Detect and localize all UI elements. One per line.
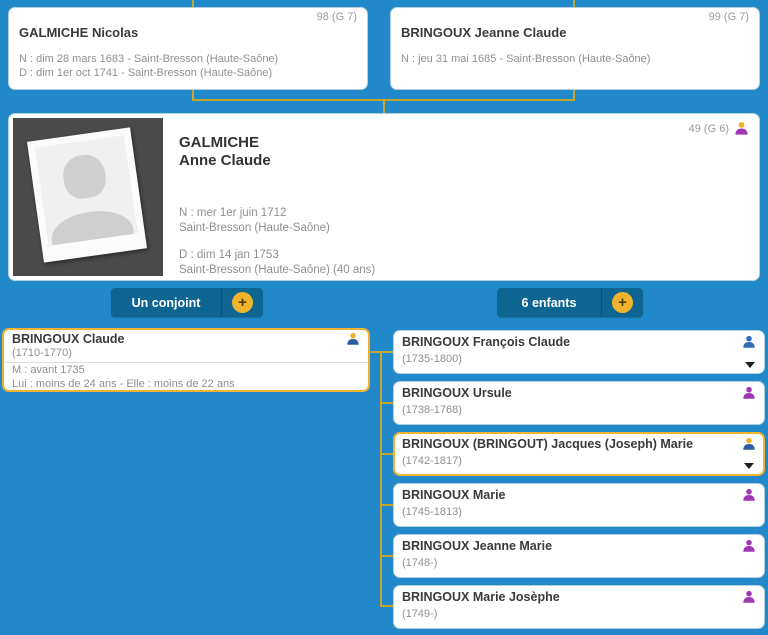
- main-person-card[interactable]: 49 (G 6) GALMICHE Anne Claude N : mer 1e…: [8, 113, 760, 281]
- child-name: BRINGOUX François Claude: [402, 335, 571, 349]
- child-dates: (1735-1800): [402, 353, 462, 365]
- child-name: BRINGOUX Jeanne Marie: [402, 539, 553, 553]
- mother-details: N : jeu 31 mai 1685 - Saint-Bresson (Hau…: [401, 53, 749, 67]
- spouse-count-label: Un conjoint: [131, 295, 201, 310]
- child-name: BRINGOUX Ursule: [402, 386, 512, 400]
- main-person-given: Anne Claude: [179, 152, 271, 169]
- female-sosa-icon: [735, 121, 748, 135]
- spouse-dates: (1710-1770): [12, 347, 72, 359]
- plus-icon[interactable]: +: [612, 292, 633, 313]
- main-person-surname: GALMICHE: [179, 134, 259, 151]
- spouse-name: BRINGOUX Claude: [12, 332, 125, 346]
- connector-children-trunk: [380, 351, 382, 607]
- male-sosa-icon: [347, 332, 359, 345]
- child-card-4[interactable]: BRINGOUX Marie (1745-1813): [393, 483, 765, 527]
- child-dates: (1738-1768): [402, 404, 462, 416]
- plus-icon[interactable]: +: [232, 292, 253, 313]
- polaroid-frame: [27, 127, 147, 263]
- child-name: BRINGOUX Marie Josèphe: [402, 590, 560, 604]
- father-id: 98 (G 7): [316, 11, 357, 23]
- spouse-count-button[interactable]: Un conjoint +: [111, 288, 263, 317]
- father-details: N : dim 28 mars 1683 - Saint-Bresson (Ha…: [19, 53, 357, 80]
- family-tree-view: 98 (G 7) GALMICHE Nicolas N : dim 28 mar…: [0, 0, 768, 635]
- birth-place: Saint-Bresson (Haute-Saône): [179, 222, 330, 234]
- main-person-death: D : dim 14 jan 1753 Saint-Bresson (Haute…: [179, 248, 375, 278]
- connector-child-stub-3: [380, 453, 393, 455]
- marriage-ages: Lui : moins de 24 ans - Elle : moins de …: [12, 377, 235, 390]
- child-name: BRINGOUX (BRINGOUT) Jacques (Joseph) Mar…: [402, 437, 694, 451]
- child-dates: (1742-1817): [402, 455, 462, 467]
- child-card-1[interactable]: BRINGOUX François Claude (1735-1800): [393, 330, 765, 374]
- divider: [4, 362, 368, 363]
- father-card[interactable]: 98 (G 7) GALMICHE Nicolas N : dim 28 mar…: [8, 7, 368, 90]
- father-birth: N : dim 28 mars 1683 - Saint-Bresson (Ha…: [19, 53, 279, 65]
- mother-card[interactable]: 99 (G 7) BRINGOUX Jeanne Claude N : jeu …: [390, 7, 760, 90]
- connector-child-stub-2: [380, 402, 393, 404]
- female-icon: [743, 488, 755, 501]
- photo-placeholder[interactable]: [13, 118, 163, 276]
- child-dates: (1749-): [402, 608, 438, 620]
- male-sosa-icon: [743, 437, 755, 450]
- main-person-name: GALMICHE Anne Claude: [179, 134, 271, 170]
- person-silhouette-icon: [34, 135, 138, 246]
- male-icon: [743, 335, 755, 348]
- expand-descendants-icon[interactable]: [745, 362, 755, 368]
- connector-child-stub-1: [380, 351, 393, 353]
- mother-name: BRINGOUX Jeanne Claude: [401, 25, 567, 40]
- female-icon: [743, 386, 755, 399]
- connector-child-stub-4: [380, 504, 393, 506]
- child-dates: (1748-): [402, 557, 438, 569]
- main-id-row: 49 (G 6): [689, 121, 749, 136]
- expand-descendants-icon[interactable]: [744, 463, 754, 469]
- child-name: BRINGOUX Marie: [402, 488, 506, 502]
- mother-birth: N : jeu 31 mai 1685 - Saint-Bresson (Hau…: [401, 53, 651, 65]
- female-icon: [743, 590, 755, 603]
- child-card-3[interactable]: BRINGOUX (BRINGOUT) Jacques (Joseph) Mar…: [393, 432, 765, 476]
- marriage-info: M : avant 1735: [12, 364, 85, 376]
- children-count-label: 6 enfants: [521, 295, 577, 310]
- main-person-id: 49 (G 6): [688, 122, 729, 135]
- death-place: Saint-Bresson (Haute-Saône) (40 ans): [179, 264, 376, 276]
- main-person-birth: N : mer 1er juin 1712 Saint-Bresson (Hau…: [179, 206, 330, 236]
- father-name: GALMICHE Nicolas: [19, 25, 139, 40]
- connector-child-stub-6: [380, 605, 393, 607]
- connector-center-drop: [383, 99, 385, 113]
- spouse-card[interactable]: BRINGOUX Claude (1710-1770) M : avant 17…: [2, 328, 370, 392]
- child-card-5[interactable]: BRINGOUX Jeanne Marie (1748-): [393, 534, 765, 578]
- death-date: D : dim 14 jan 1753: [179, 249, 279, 261]
- birth-date: N : mer 1er juin 1712: [179, 207, 287, 219]
- add-child-button[interactable]: +: [601, 288, 643, 317]
- add-spouse-button[interactable]: +: [221, 288, 263, 317]
- child-dates: (1745-1813): [402, 506, 462, 518]
- child-card-2[interactable]: BRINGOUX Ursule (1738-1768): [393, 381, 765, 425]
- female-icon: [743, 539, 755, 552]
- child-card-6[interactable]: BRINGOUX Marie Josèphe (1749-): [393, 585, 765, 629]
- connector-child-stub-5: [380, 555, 393, 557]
- children-count-button[interactable]: 6 enfants +: [497, 288, 643, 317]
- father-death: D : dim 1er oct 1741 - Saint-Bresson (Ha…: [19, 66, 273, 79]
- mother-id: 99 (G 7): [708, 11, 749, 23]
